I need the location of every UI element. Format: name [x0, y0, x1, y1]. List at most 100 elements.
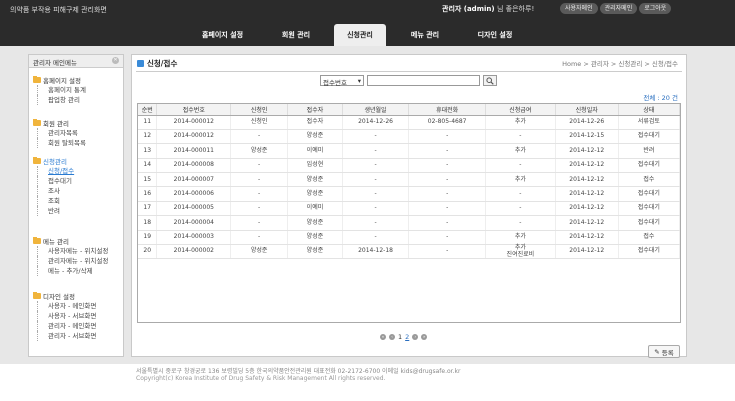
table-cell: 2014-12-12	[555, 244, 619, 260]
table-row[interactable]: 18 2014-000004- 양성준 - - -2014-12-12 접수대기	[138, 215, 681, 231]
search-button[interactable]	[483, 75, 497, 86]
sidebar-item[interactable]: 메뉴 - 추가/삭제	[37, 266, 108, 276]
table-cell: 15	[138, 172, 158, 188]
table-header-cell[interactable]: 신청급여	[485, 104, 556, 116]
table-cell: 16	[138, 186, 158, 202]
table-header-cell[interactable]: 상태	[618, 104, 681, 116]
table-header-row: 순번 접수번호 신청인 접수자 생년월일 휴대전화 신청급여 신청일자 상태	[138, 104, 681, 116]
footer-copyright: Copyright(c) Korea Institute of Drug Saf…	[136, 375, 386, 382]
table-cell: 양성준	[287, 244, 343, 260]
welcome-rest: 님 좋은하루!	[497, 5, 535, 13]
sidebar-group-title[interactable]: 신청관리	[33, 156, 74, 166]
sidebar-item[interactable]: 조회	[37, 196, 74, 206]
table-header-cell[interactable]: 휴대전화	[408, 104, 487, 116]
table-row[interactable]: 14 2014-000008- 임성현 - - -2014-12-12 접수대기	[138, 158, 681, 174]
last-page-icon[interactable]: »	[421, 334, 428, 340]
chevron-down-icon: ▾	[357, 77, 361, 85]
sidebar-item[interactable]: 신청/접수	[37, 166, 74, 176]
sidebar-item[interactable]: 사용자 - 서브화면	[37, 311, 96, 321]
prev-page-icon[interactable]: ‹	[389, 334, 395, 340]
table-cell: 2014-000003	[156, 230, 232, 246]
register-button[interactable]: ✎ 등록	[648, 345, 680, 358]
folder-icon	[33, 76, 41, 83]
table-header-cell[interactable]: 생년월일	[342, 104, 410, 116]
table-cell: 접수대기	[618, 201, 681, 217]
table-row[interactable]: 19 2014-000003- 양성준 - - 추가 2014-12-12 접수	[138, 230, 681, 246]
table-header-cell[interactable]: 신청인	[230, 104, 289, 116]
sidebar-item[interactable]: 홈페이지 통계	[37, 85, 86, 95]
sidebar-group: 회원 관리 관리자목록 회원 탈퇴목록	[33, 118, 86, 148]
sidebar: 관리자 메인메뉴 ✕ 홈페이지 설정 홈페이지 통계 팝업창 관리 회원 관리 관리자목…	[28, 54, 124, 357]
table-cell: 2014-12-26	[555, 115, 619, 130]
sidebar-item[interactable]: 조사	[37, 186, 74, 196]
folder-icon	[33, 119, 41, 126]
table-cell: 접수자	[287, 115, 343, 130]
table-cell: -	[408, 186, 487, 202]
sidebar-item[interactable]: 접수대기	[37, 176, 74, 186]
sidebar-item[interactable]: 관리자메뉴 - 위치설정	[37, 256, 108, 266]
table-cell: 추가	[485, 115, 556, 130]
sidebar-item[interactable]: 관리자목록	[37, 128, 86, 138]
admin-main-link[interactable]: 관리자메인	[599, 3, 638, 14]
table-cell: 추가	[485, 143, 556, 159]
tab-application-management[interactable]: 신청관리	[334, 24, 386, 46]
sidebar-item[interactable]: 사용자 - 메인화면	[37, 301, 96, 311]
sidebar-group-label: 회원 관리	[43, 120, 69, 128]
sidebar-item[interactable]: 관리자 - 서브화면	[37, 331, 96, 341]
table-cell: 2014-12-12	[555, 143, 619, 159]
sidebar-group-label: 홈페이지 설정	[43, 77, 81, 85]
sidebar-group-title[interactable]: 홈페이지 설정	[33, 75, 86, 85]
table-cell: 신청인	[230, 115, 289, 130]
sidebar-group-title[interactable]: 디자인 설정	[33, 291, 96, 301]
search-input[interactable]	[367, 75, 480, 86]
table-header-cell[interactable]: 접수번호	[156, 104, 232, 116]
table-cell: 2014-12-12	[555, 201, 619, 217]
table-row[interactable]: 17 2014-000005- 이예미 - - -2014-12-12 접수대기	[138, 201, 681, 217]
table-header-cell[interactable]: 접수자	[287, 104, 343, 116]
table-row[interactable]: 12 2014-000012- 양성준 - - -2014-12-15 접수대기	[138, 129, 681, 145]
table-cell: -	[408, 215, 487, 231]
page-link-1[interactable]: 1	[398, 333, 402, 341]
close-icon[interactable]: ✕	[112, 57, 119, 64]
sidebar-group-title[interactable]: 회원 관리	[33, 118, 86, 128]
tab-member-management[interactable]: 회원 관리	[260, 24, 332, 46]
search-field-select[interactable]: 접수번호 ▾	[320, 75, 364, 87]
tab-design-settings[interactable]: 디자인 설정	[462, 24, 528, 46]
tab-menu-management[interactable]: 메뉴 관리	[392, 24, 458, 46]
table-cell: 2014-000005	[156, 201, 232, 217]
main-content: 신청/접수 Home > 관리자 > 신청관리 > 신청/접수 접수번호 ▾ 전…	[131, 54, 687, 358]
table-cell: 13	[138, 143, 158, 159]
table-header-cell[interactable]: 신청일자	[555, 104, 619, 116]
table-cell: 양성준	[230, 244, 289, 260]
table-cell: 양성준	[230, 143, 289, 159]
table-cell: -	[342, 129, 410, 145]
table-cell: 2014-000002	[156, 244, 232, 260]
sidebar-group-title[interactable]: 메뉴 관리	[33, 236, 108, 246]
sidebar-item[interactable]: 사용자메뉴 - 위치설정	[37, 246, 108, 256]
next-page-icon[interactable]: ›	[412, 334, 419, 340]
table-cell: -	[342, 186, 410, 202]
table-cell: -	[342, 143, 410, 159]
tab-homepage-settings[interactable]: 홈페이지 설정	[185, 24, 260, 46]
sidebar-item[interactable]: 반려	[37, 206, 74, 216]
logout-link[interactable]: 로그아웃	[639, 3, 672, 14]
user-main-link[interactable]: 사용자메인	[560, 3, 598, 14]
table-row[interactable]: 16 2014-000006- 양성준 - - -2014-12-12 접수대기	[138, 186, 681, 202]
table-cell: 양성준	[287, 230, 343, 246]
table-cell: -	[485, 158, 556, 174]
first-page-icon[interactable]: «	[380, 334, 386, 340]
sidebar-item[interactable]: 회원 탈퇴목록	[37, 138, 86, 148]
table-row[interactable]: 11 2014-000012 신청인 접수자 2014-12-26 02-805-4687…	[138, 115, 681, 130]
sidebar-group: 메뉴 관리 사용자메뉴 - 위치설정 관리자메뉴 - 위치설정 메뉴 - 추가/삭제	[33, 236, 108, 276]
table-header-cell[interactable]: 순번	[138, 104, 158, 116]
table-row[interactable]: 20 2014-000002 양성준 양성준 2014-12-18- 추가 진여진료비 20…	[138, 244, 681, 260]
table-cell: 2014-000008	[156, 158, 232, 174]
table-row[interactable]: 15 2014-000007- 양성준 - - 추가 2014-12-12 접수	[138, 172, 681, 188]
table-cell: -	[342, 215, 410, 231]
table-cell: 2014-000011	[156, 143, 232, 159]
sidebar-item[interactable]: 관리자 - 메인화면	[37, 321, 96, 331]
page-title: 신청/접수	[137, 58, 177, 69]
page-link-2[interactable]: 2	[405, 333, 409, 341]
table-row[interactable]: 13 2014-000011 양성준 이예미 - - 추가 2014-12-12 반려	[138, 143, 681, 159]
sidebar-item[interactable]: 팝업창 관리	[37, 95, 86, 105]
